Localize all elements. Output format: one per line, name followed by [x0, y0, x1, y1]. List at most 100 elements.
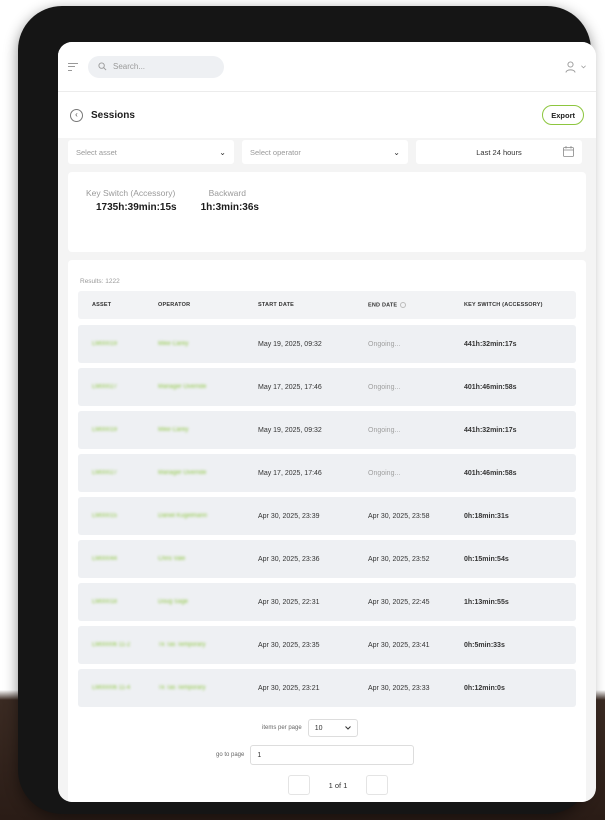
- cell-start-date: Apr 30, 2025, 22:31: [258, 598, 320, 606]
- pagination: items per page 10 go to page 1 of 1: [78, 719, 576, 799]
- column-header-operator[interactable]: OPERATOR: [146, 302, 250, 308]
- cell-operator[interactable]: Tk Tas Temporary: [146, 685, 250, 691]
- cell-key-switch: 401h:46min:58s: [464, 469, 517, 477]
- column-header-asset[interactable]: ASSET: [78, 302, 146, 308]
- cell-asset[interactable]: LM00027: [78, 470, 146, 476]
- total-label: Backward: [208, 188, 246, 198]
- search-icon: [98, 62, 107, 71]
- column-header-key-switch[interactable]: KEY SWITCH (ACCESSORY): [458, 302, 576, 308]
- table-row[interactable]: LM00019 Mike Carey May 19, 2025, 09:32 O…: [78, 325, 576, 363]
- cell-end-date: Apr 30, 2025, 23:41: [368, 641, 430, 649]
- cell-asset[interactable]: LM00044: [78, 556, 146, 562]
- menu-icon[interactable]: [68, 62, 78, 71]
- page-title: Sessions: [91, 109, 135, 121]
- info-icon[interactable]: [400, 301, 407, 308]
- cell-key-switch: 0h:18min:31s: [464, 512, 509, 520]
- calendar-icon: [563, 146, 574, 157]
- items-per-page-value: 10: [314, 724, 323, 732]
- cell-start-date: May 17, 2025, 17:46: [258, 469, 322, 477]
- cell-asset[interactable]: LM00006 11-4: [78, 685, 146, 691]
- cell-start-date: Apr 30, 2025, 23:36: [258, 555, 320, 563]
- chevron-down-icon: [581, 64, 586, 68]
- table-row[interactable]: LM00044 Chris Vale Apr 30, 2025, 23:36 A…: [78, 540, 576, 578]
- column-header-start-date[interactable]: START DATE: [250, 302, 360, 308]
- cell-key-switch: 0h:5min:33s: [464, 641, 505, 649]
- go-to-page: go to page: [216, 745, 415, 765]
- cell-start-date: May 17, 2025, 17:46: [258, 383, 322, 391]
- cell-key-switch: 441h:32min:17s: [464, 340, 517, 348]
- cell-asset[interactable]: LM00018: [78, 599, 146, 605]
- cell-end-date: Apr 30, 2025, 22:45: [368, 598, 430, 606]
- total-value: 1735h:39min:15s: [96, 202, 177, 213]
- tablet-frame: Search... ‹ Sessions Export Select asset…: [18, 6, 596, 814]
- total-backward: Backward 1h:3min:36s: [201, 188, 259, 236]
- items-per-page: items per page 10: [262, 719, 358, 737]
- table-row[interactable]: LM00018 Doug Sage Apr 30, 2025, 22:31 Ap…: [78, 583, 576, 621]
- column-header-end-date-label: END DATE: [368, 302, 398, 309]
- next-page-button[interactable]: [366, 775, 388, 795]
- cell-end-date: Apr 30, 2025, 23:33: [368, 684, 430, 692]
- cell-end-date: Ongoing...: [368, 426, 401, 434]
- page-info: 1 of 1: [328, 780, 348, 790]
- cell-end-date: Ongoing...: [368, 469, 401, 477]
- cell-asset[interactable]: LM00027: [78, 384, 146, 390]
- go-to-page-input[interactable]: [250, 745, 415, 765]
- cell-operator[interactable]: Chris Vale: [146, 556, 250, 562]
- table-row[interactable]: LM00019 Mike Carey May 19, 2025, 09:32 O…: [78, 411, 576, 449]
- time-range-value: Last 24 hours: [476, 147, 522, 157]
- cell-operator[interactable]: Doug Sage: [146, 599, 250, 605]
- cell-end-date: Ongoing...: [368, 340, 401, 348]
- filter-bar: Select asset ⌄ Select operator ⌄ Last 24…: [58, 140, 596, 164]
- operator-select-placeholder: Select operator: [250, 147, 301, 157]
- table-row[interactable]: LM00006 11-4 Tk Tas Temporary Apr 30, 20…: [78, 669, 576, 707]
- cell-asset[interactable]: LM00015: [78, 513, 146, 519]
- table-row[interactable]: LM00015 Daniel Kugelmann Apr 30, 2025, 2…: [78, 497, 576, 535]
- user-icon: [565, 60, 576, 73]
- chevron-down-icon: ⌄: [393, 147, 400, 157]
- page-header: ‹ Sessions Export: [58, 92, 596, 138]
- cell-operator[interactable]: Manager Override: [146, 384, 250, 390]
- cell-asset[interactable]: LM00019: [78, 427, 146, 433]
- cell-key-switch: 1h:13min:55s: [464, 598, 509, 606]
- cell-end-date: Apr 30, 2025, 23:58: [368, 512, 430, 520]
- cell-operator[interactable]: Mike Carey: [146, 427, 250, 433]
- cell-operator[interactable]: Mike Carey: [146, 341, 250, 347]
- asset-select[interactable]: Select asset ⌄: [68, 140, 234, 164]
- time-range-picker[interactable]: Last 24 hours: [416, 140, 582, 164]
- total-value: 1h:3min:36s: [200, 202, 259, 213]
- cell-key-switch: 441h:32min:17s: [464, 426, 517, 434]
- user-menu[interactable]: [565, 60, 586, 73]
- search-input[interactable]: Search...: [88, 55, 224, 78]
- chevron-down-icon: ⌄: [219, 147, 226, 157]
- cell-end-date: Apr 30, 2025, 23:52: [368, 555, 430, 563]
- table-header: ASSET OPERATOR START DATE END DATE KEY S…: [78, 291, 576, 319]
- chevron-down-icon: [344, 726, 351, 730]
- asset-select-placeholder: Select asset: [76, 147, 117, 157]
- search-placeholder: Search...: [113, 62, 146, 71]
- top-bar: Search...: [58, 42, 596, 92]
- total-key-switch: Key Switch (Accessory) 1735h:39min:15s: [86, 188, 177, 236]
- cell-operator[interactable]: Tk Tas Temporary: [146, 642, 250, 648]
- cell-asset[interactable]: LM00019: [78, 341, 146, 347]
- table-row[interactable]: LM00027 Manager Override May 17, 2025, 1…: [78, 368, 576, 406]
- table-row[interactable]: LM00006 11-2 Tk Tas Temporary Apr 30, 20…: [78, 626, 576, 664]
- cell-start-date: Apr 30, 2025, 23:39: [258, 512, 320, 520]
- cell-operator[interactable]: Daniel Kugelmann: [146, 513, 250, 519]
- cell-key-switch: 0h:15min:54s: [464, 555, 509, 563]
- items-per-page-select[interactable]: 10: [307, 719, 358, 737]
- operator-select[interactable]: Select operator ⌄: [242, 140, 408, 164]
- cell-operator[interactable]: Manager Override: [146, 470, 250, 476]
- cell-asset[interactable]: LM00006 11-2: [78, 642, 146, 648]
- cell-start-date: May 19, 2025, 09:32: [258, 426, 322, 434]
- totals-card: Key Switch (Accessory) 1735h:39min:15s B…: [68, 172, 586, 252]
- back-icon[interactable]: ‹: [70, 108, 83, 122]
- export-button[interactable]: Export: [542, 105, 584, 125]
- cell-start-date: May 19, 2025, 09:32: [258, 340, 322, 348]
- pager: 1 of 1: [288, 775, 388, 795]
- column-header-end-date[interactable]: END DATE: [360, 301, 458, 309]
- table-row[interactable]: LM00027 Manager Override May 17, 2025, 1…: [78, 454, 576, 492]
- cell-key-switch: 401h:46min:58s: [464, 383, 517, 391]
- cell-key-switch: 0h:12min:0s: [464, 684, 505, 692]
- prev-page-button[interactable]: [288, 775, 310, 795]
- app-screen: Search... ‹ Sessions Export Select asset…: [58, 42, 596, 802]
